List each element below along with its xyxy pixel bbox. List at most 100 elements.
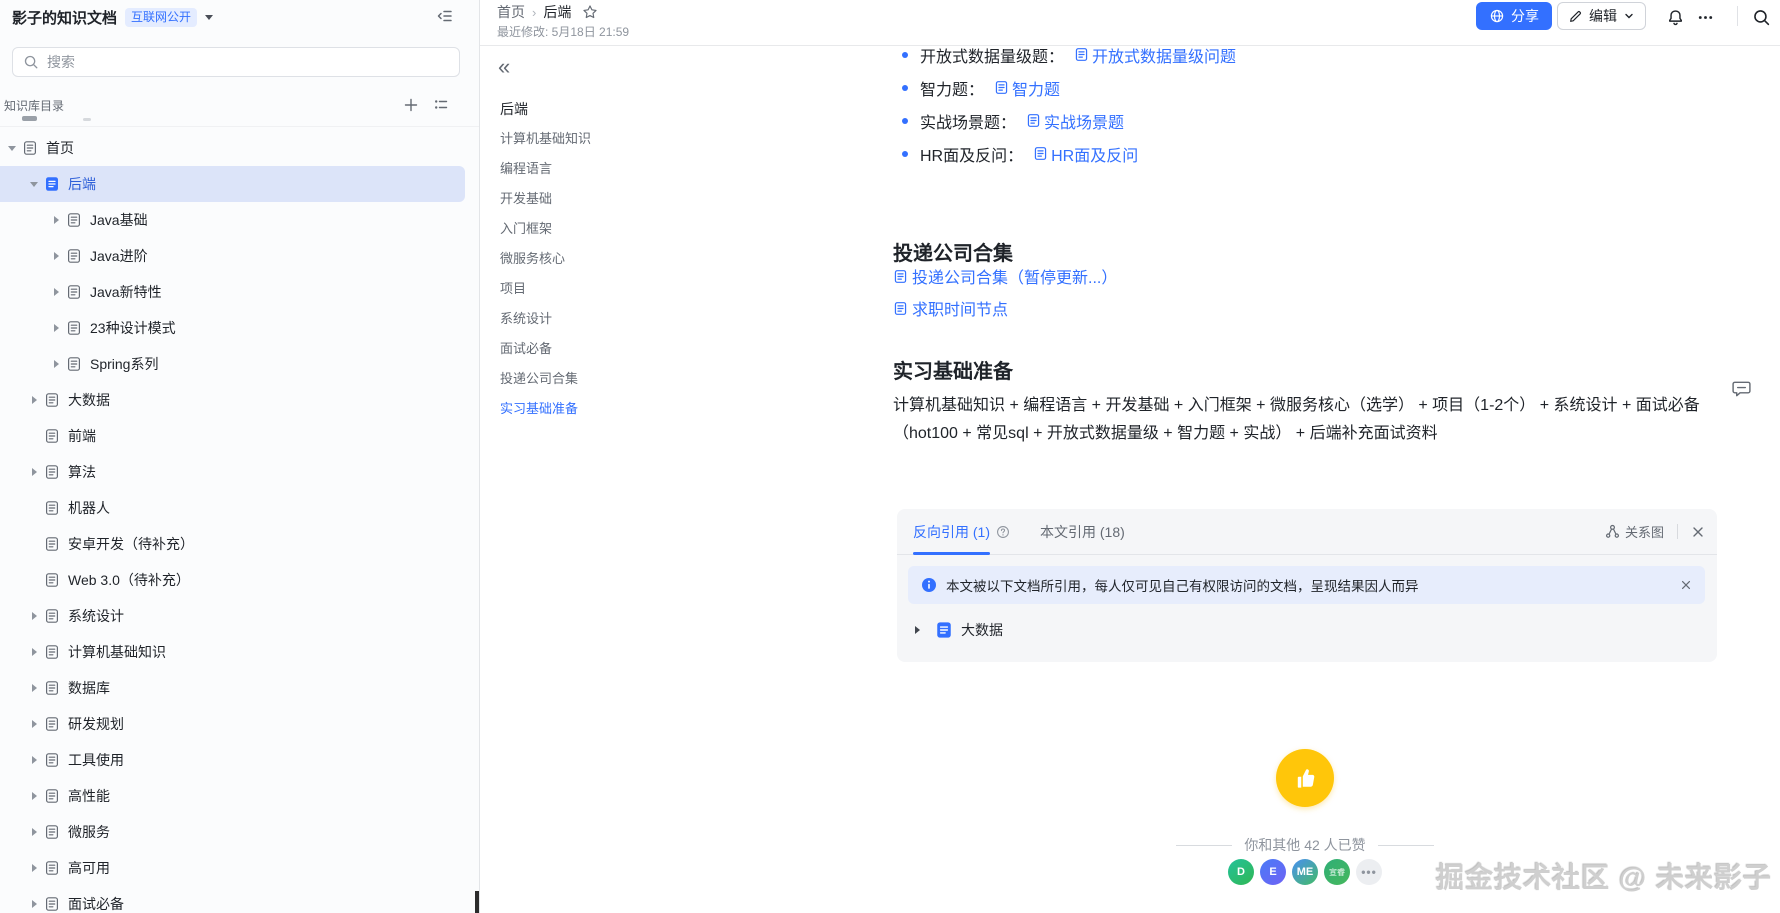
sidebar-tree-item[interactable]: Java基础 <box>0 202 479 238</box>
close-panel-button[interactable] <box>1691 525 1705 539</box>
expand-caret-icon[interactable] <box>24 606 44 626</box>
document-link[interactable]: 智力题 <box>994 76 1060 100</box>
expand-caret-icon[interactable] <box>24 858 44 878</box>
toc-item[interactable]: 后端 <box>500 94 870 124</box>
toc-item[interactable]: 面试必备 <box>500 334 870 364</box>
sidebar-tree-item[interactable]: Web 3.0（待补充） <box>0 562 479 598</box>
expand-caret-icon[interactable] <box>24 822 44 842</box>
sidebar-tree-item[interactable]: 前端 <box>0 418 479 454</box>
sidebar-tree-item[interactable]: 后端 <box>0 166 465 202</box>
expand-caret-icon[interactable] <box>24 174 44 194</box>
expand-caret-icon[interactable] <box>2 138 22 158</box>
directory-settings-button[interactable] <box>430 94 452 116</box>
relation-graph-icon <box>1605 524 1620 538</box>
knowledge-base-header[interactable]: 影子的知识文档 互联网公开 <box>12 5 214 29</box>
sidebar-tree-item[interactable]: 23种设计模式 <box>0 310 479 346</box>
expand-caret-icon[interactable] <box>46 318 66 338</box>
sidebar-tree-item[interactable]: 系统设计 <box>0 598 479 634</box>
sidebar-tree-item[interactable]: Java进阶 <box>0 238 479 274</box>
references-tabs: 反向引用 (1) 本文引用 (18) 关系图 <box>897 509 1717 555</box>
sidebar-tree-item[interactable]: Spring系列 <box>0 346 479 382</box>
document-link[interactable]: 投递公司合集（暂停更新...） <box>893 261 1117 291</box>
sidebar-tree-item[interactable]: 数据库 <box>0 670 479 706</box>
like-button[interactable] <box>1276 749 1334 807</box>
expand-caret-icon[interactable] <box>46 282 66 302</box>
favorite-star-button[interactable] <box>582 4 598 20</box>
sidebar-tree-item[interactable]: 首页 <box>0 130 479 166</box>
document-link[interactable]: HR面及反问 <box>1033 142 1138 166</box>
sidebar-tree-item[interactable]: Java新特性 <box>0 274 479 310</box>
avatar[interactable]: D <box>1228 859 1254 885</box>
document-link[interactable]: 开放式数据量级问题 <box>1074 43 1236 67</box>
avatar[interactable]: ME <box>1292 859 1318 885</box>
avatar[interactable]: E <box>1260 859 1286 885</box>
comment-button[interactable] <box>1731 378 1752 399</box>
toc-item[interactable]: 系统设计 <box>500 304 870 334</box>
help-button[interactable] <box>996 525 1010 539</box>
expand-caret-icon[interactable] <box>24 678 44 698</box>
sidebar-tree-item[interactable]: 面试必备 <box>0 886 479 913</box>
avatar[interactable]: 宣睿 <box>1324 859 1350 885</box>
sidebar-tree-item[interactable]: 大数据 <box>0 382 479 418</box>
tab-back-references[interactable]: 反向引用 (1) <box>913 509 990 555</box>
sidebar-tree-item[interactable]: 高性能 <box>0 778 479 814</box>
expand-caret-icon[interactable] <box>915 626 929 634</box>
expand-caret-icon[interactable] <box>46 210 66 230</box>
expand-caret-icon[interactable] <box>24 390 44 410</box>
edit-button[interactable]: 编辑 <box>1557 2 1646 30</box>
expand-caret-icon[interactable] <box>46 246 66 266</box>
expand-caret-icon[interactable] <box>24 642 44 662</box>
expand-caret-icon[interactable] <box>24 894 44 913</box>
expand-caret-icon[interactable] <box>46 354 66 374</box>
add-page-button[interactable] <box>400 94 422 116</box>
expand-caret-icon[interactable] <box>24 498 44 518</box>
toc-item[interactable]: 投递公司合集 <box>500 364 870 394</box>
sidebar-scrollbar-thumb[interactable] <box>475 891 479 913</box>
sidebar-tree-item[interactable]: 算法 <box>0 454 479 490</box>
more-actions-button[interactable] <box>1694 6 1716 28</box>
dismiss-banner-button[interactable] <box>1680 579 1692 591</box>
document-link[interactable]: 实战场景题 <box>1026 109 1124 133</box>
referencing-document-row[interactable]: 大数据 <box>915 615 1717 645</box>
tree-item-label: 面试必备 <box>68 896 124 912</box>
expand-caret-icon[interactable] <box>24 534 44 554</box>
toc-item[interactable]: 编程语言 <box>500 154 870 184</box>
expand-caret-icon[interactable] <box>24 570 44 590</box>
toc-item[interactable]: 微服务核心 <box>500 244 870 274</box>
relation-graph-button[interactable]: 关系图 <box>1605 522 1664 541</box>
search-input[interactable]: 搜索 <box>12 47 460 77</box>
document-icon <box>935 621 953 639</box>
toc-item[interactable]: 开发基础 <box>500 184 870 214</box>
expand-caret-icon[interactable] <box>24 750 44 770</box>
document-icon <box>1034 147 1047 160</box>
notifications-button[interactable] <box>1664 6 1686 28</box>
collapse-sidebar-button[interactable] <box>435 6 455 26</box>
toc-item[interactable]: 入门框架 <box>500 214 870 244</box>
more-likers-button[interactable]: ••• <box>1356 859 1382 885</box>
sidebar-tree-item[interactable]: 机器人 <box>0 490 479 526</box>
expand-caret-icon[interactable] <box>24 462 44 482</box>
plus-icon <box>404 98 418 112</box>
expand-caret-icon[interactable] <box>24 786 44 806</box>
sidebar-tree-item[interactable]: 工具使用 <box>0 742 479 778</box>
sidebar-tree-item[interactable]: 研发规划 <box>0 706 479 742</box>
sidebar-tree-item[interactable]: 高可用 <box>0 850 479 886</box>
toc-item[interactable]: 项目 <box>500 274 870 304</box>
document-link[interactable]: 求职时间节点 <box>893 293 1008 323</box>
toc-item[interactable]: 计算机基础知识 <box>500 124 870 154</box>
dropdown-caret-icon[interactable] <box>205 14 214 20</box>
share-button[interactable]: 分享 <box>1476 2 1552 30</box>
collapse-toc-button[interactable]: « <box>498 56 510 78</box>
expand-caret-icon[interactable] <box>24 426 44 446</box>
expand-caret-icon[interactable] <box>24 714 44 734</box>
toc-item[interactable]: 实习基础准备 <box>500 394 870 424</box>
search-button[interactable] <box>1750 6 1772 28</box>
bullet-dot <box>902 117 908 124</box>
search-icon <box>1753 9 1769 25</box>
sidebar-tree-item[interactable]: 安卓开发（待补充） <box>0 526 479 562</box>
sidebar-tree-item[interactable]: 微服务 <box>0 814 479 850</box>
tab-this-doc-references[interactable]: 本文引用 (18) <box>1040 522 1125 542</box>
section-heading: 实习基础准备 <box>893 360 1013 383</box>
sidebar-tree-item[interactable]: 计算机基础知识 <box>0 634 479 670</box>
breadcrumb-home[interactable]: 首页 <box>497 2 525 22</box>
